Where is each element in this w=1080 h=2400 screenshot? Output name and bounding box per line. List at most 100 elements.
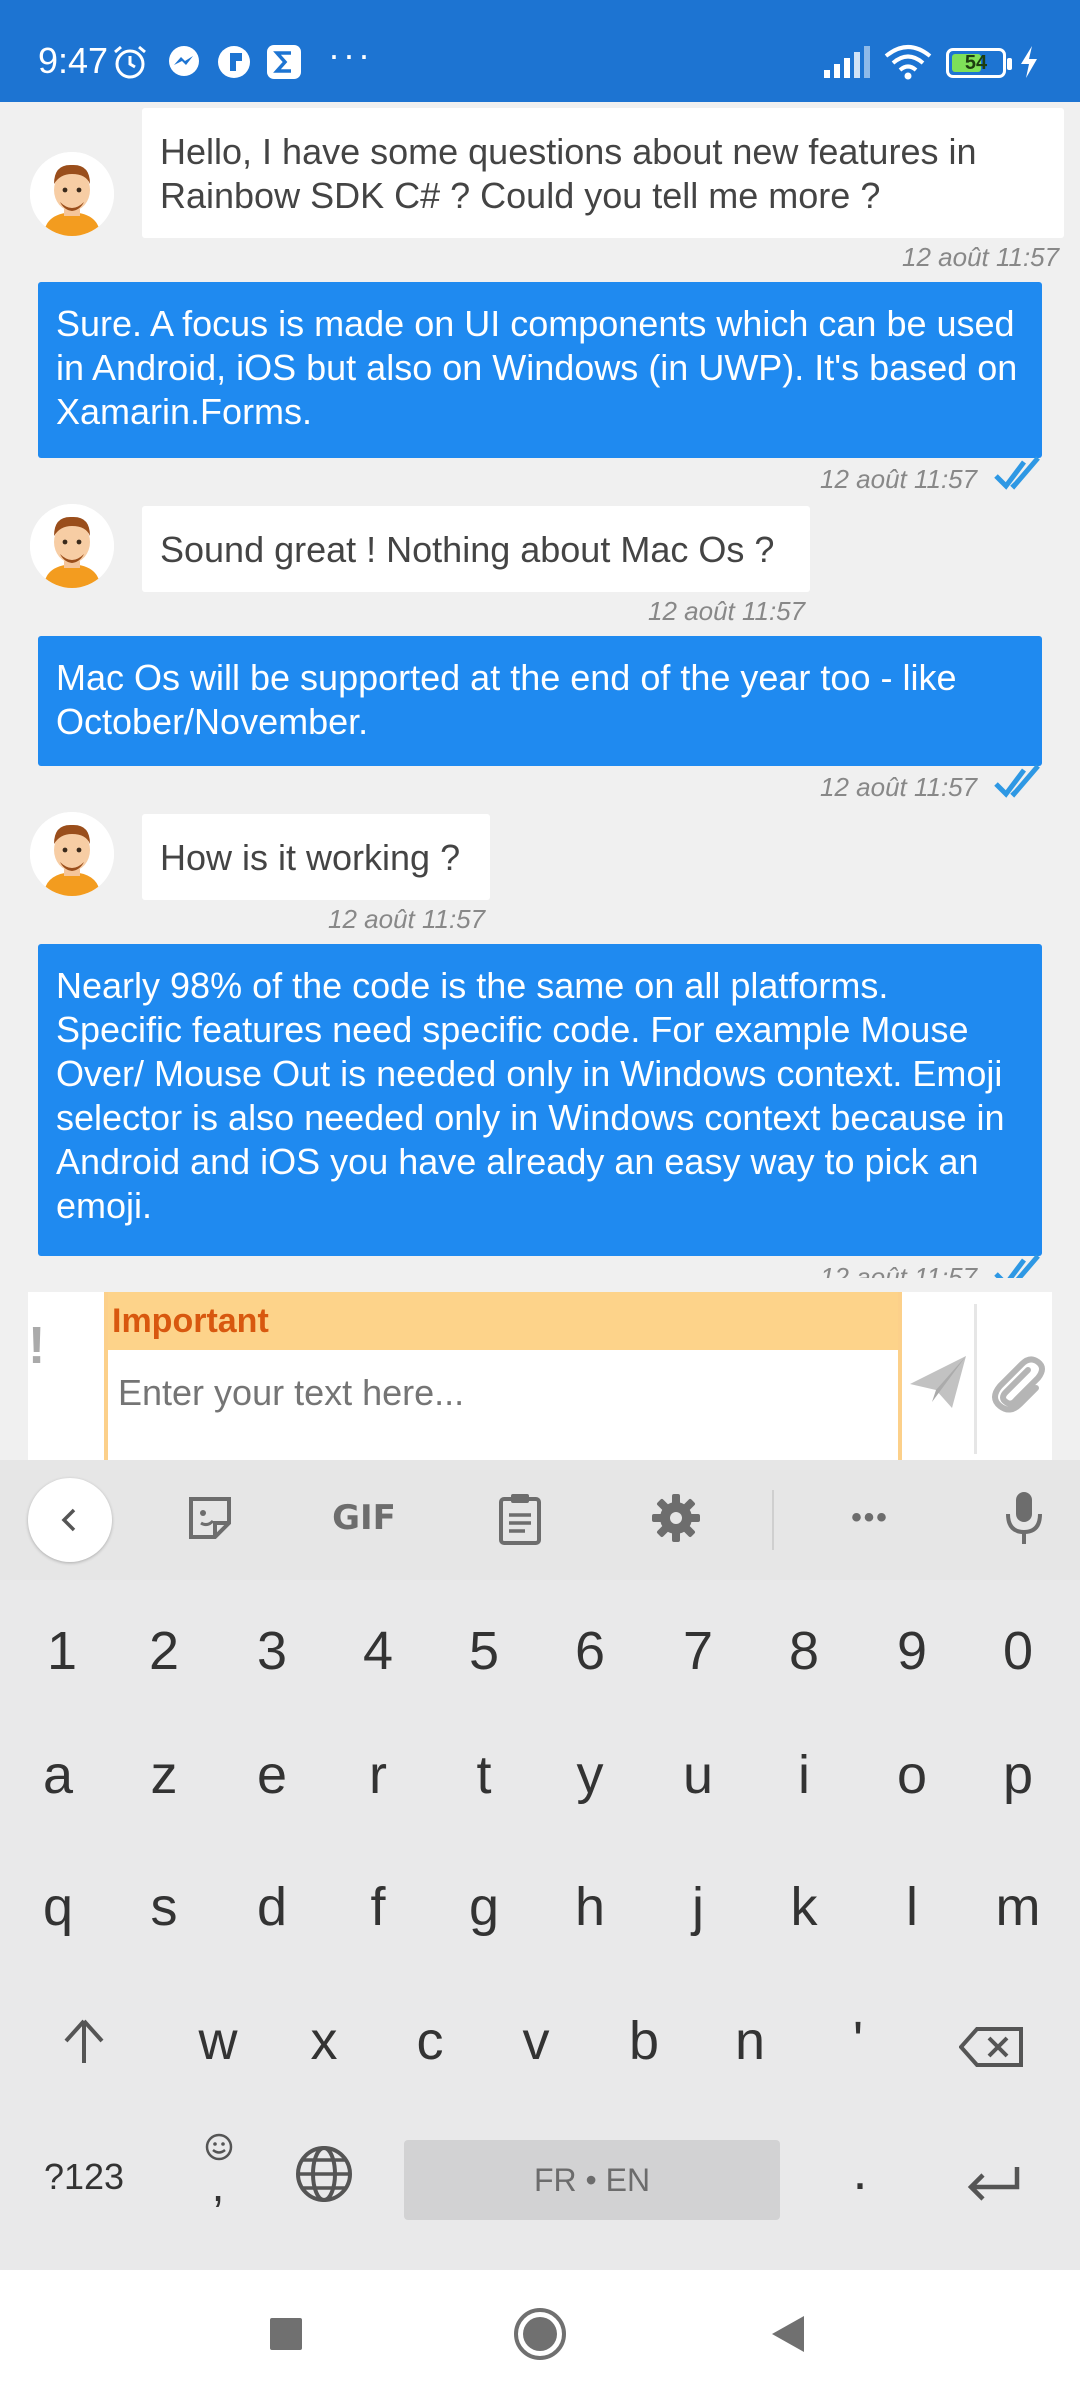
key-p[interactable]: p [978,1744,1058,1806]
key-1[interactable]: 1 [22,1620,102,1682]
settings-button[interactable] [636,1478,716,1558]
key-k[interactable]: k [764,1876,844,1938]
shift-arrow-icon [64,2019,104,2063]
square-icon [270,2318,302,2350]
message-timestamp: 12 août 11:57 [648,596,806,626]
gear-icon [652,1494,700,1542]
message-timestamp: 12 août 11:57 [820,772,978,802]
key-q[interactable]: q [18,1876,98,1938]
key-c[interactable]: c [390,2010,470,2072]
key-t[interactable]: t [444,1744,524,1806]
sticker-button[interactable] [170,1478,250,1558]
key-y[interactable]: y [550,1744,630,1806]
recent-apps-button[interactable] [250,2298,322,2370]
status-time: 9:47 [38,40,109,81]
key-z[interactable]: z [124,1744,204,1806]
urgency-label: Important [108,1292,898,1350]
key-6[interactable]: 6 [550,1620,630,1682]
back-triangle-icon [772,2316,804,2352]
key-x[interactable]: x [284,2010,364,2072]
sticker-icon [189,1497,231,1539]
key-f[interactable]: f [338,1876,418,1938]
app-notification-icon [218,46,250,78]
more-notifications-icon: ··· [328,34,373,75]
back-button[interactable] [752,2298,824,2370]
key-apostrophe[interactable]: ' [818,2010,898,2072]
urgency-button[interactable]: ! [28,1316,45,1376]
contact-avatar[interactable] [30,152,114,236]
enter-key[interactable] [954,2154,1034,2216]
outgoing-message[interactable]: Sure. A focus is made on UI components w… [38,282,1042,458]
avatar-illustration [30,152,114,236]
toolbar-divider [772,1490,774,1550]
charging-icon [1021,46,1037,78]
key-s[interactable]: s [124,1876,204,1938]
key-u[interactable]: u [658,1744,738,1806]
key-h[interactable]: h [550,1876,630,1938]
emoji-comma-key[interactable]: , [178,2132,258,2222]
key-3[interactable]: 3 [232,1620,312,1682]
gif-label: GIF [332,1498,396,1538]
signal-icon [824,46,870,78]
read-receipt-icon [994,764,1040,798]
conversation[interactable]: Hello, I have some questions about new f… [0,102,1080,1278]
toolbar-back-button[interactable] [28,1478,112,1562]
globe-icon [296,2146,352,2202]
incoming-message[interactable]: How is it working ? [142,814,490,900]
key-7[interactable]: 7 [658,1620,738,1682]
outgoing-message[interactable]: Mac Os will be supported at the end of t… [38,636,1042,766]
symbols-key[interactable]: ?123 [34,2156,134,2198]
more-options-button[interactable]: ••• [830,1478,910,1558]
read-receipt-icon [994,456,1040,490]
key-9[interactable]: 9 [872,1620,952,1682]
shift-key[interactable] [44,2016,124,2078]
contact-avatar[interactable] [30,504,114,588]
home-circle-icon [514,2308,566,2360]
backspace-key[interactable] [952,2020,1032,2082]
chevron-left-icon [61,1508,76,1532]
key-5[interactable]: 5 [444,1620,524,1682]
avatar-illustration [30,812,114,896]
send-icon[interactable] [906,1350,970,1414]
space-bar[interactable]: FR • EN [404,2140,780,2220]
status-bar: 9:47 ··· 54 [0,0,1080,102]
backspace-icon [958,2027,1023,2067]
message-input[interactable] [118,1372,878,1414]
key-m[interactable]: m [978,1876,1058,1938]
key-e[interactable]: e [232,1744,312,1806]
key-v[interactable]: v [496,2010,576,2072]
key-2[interactable]: 2 [124,1620,204,1682]
battery-percent: 54 [964,52,988,74]
message-timestamp: 12 août 11:57 [902,242,1060,272]
period-key[interactable]: . [820,2140,900,2202]
incoming-message[interactable]: Hello, I have some questions about new f… [142,108,1064,238]
key-4[interactable]: 4 [338,1620,418,1682]
key-a[interactable]: a [18,1744,98,1806]
outgoing-message[interactable]: Nearly 98% of the code is the same on al… [38,944,1042,1256]
key-g[interactable]: g [444,1876,524,1938]
key-r[interactable]: r [338,1744,418,1806]
key-d[interactable]: d [232,1876,312,1938]
key-i[interactable]: i [764,1744,844,1806]
attachment-icon[interactable] [984,1350,1048,1414]
voice-input-button[interactable] [984,1478,1064,1558]
alarm-icon [114,45,146,79]
key-8[interactable]: 8 [764,1620,844,1682]
avatar-illustration [30,504,114,588]
message-timestamp: 12 août 11:57 [328,904,486,934]
key-o[interactable]: o [872,1744,952,1806]
key-w[interactable]: w [178,2010,258,2072]
key-0[interactable]: 0 [978,1620,1058,1682]
key-l[interactable]: l [872,1876,952,1938]
gif-button[interactable]: GIF [324,1478,404,1558]
key-j[interactable]: j [658,1876,738,1938]
important-message-box: Important [104,1292,902,1460]
comma-label: , [211,2159,225,2211]
home-button[interactable] [504,2298,576,2370]
incoming-message[interactable]: Sound great ! Nothing about Mac Os ? [142,506,810,592]
language-key[interactable] [284,2144,364,2217]
key-b[interactable]: b [604,2010,684,2072]
key-n[interactable]: n [710,2010,790,2072]
contact-avatar[interactable] [30,812,114,896]
clipboard-button[interactable] [480,1478,560,1558]
